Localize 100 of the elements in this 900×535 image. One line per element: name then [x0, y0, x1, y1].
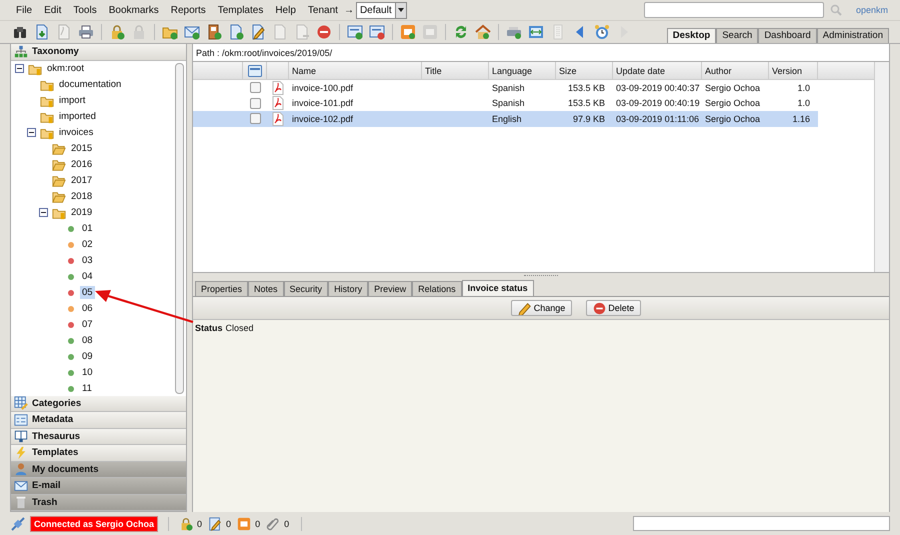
action-button[interactable]: Delete	[586, 300, 642, 316]
action-button[interactable]: Change	[510, 300, 572, 316]
edit-icon[interactable]	[250, 24, 266, 40]
split-icon[interactable]	[528, 24, 544, 40]
table-cell-text: 1.16	[791, 114, 811, 124]
tree-item[interactable]: 09	[80, 350, 95, 363]
status-field[interactable]	[633, 516, 890, 531]
tree-item[interactable]: imported	[57, 110, 98, 123]
table-row[interactable]: invoice-101.pdf Spanish 153.5 KB 03-09-2019 00:40:19 Sergio Ochoa 1.0	[193, 96, 818, 111]
tab[interactable]: Administration	[816, 28, 889, 43]
checkbox[interactable]	[250, 113, 260, 124]
tree-item[interactable]: 04	[80, 270, 95, 283]
tree-item[interactable]: okm:root	[45, 62, 86, 75]
mail-add-icon[interactable]	[184, 24, 200, 40]
tree-item[interactable]: invoices	[57, 126, 96, 139]
table-cell-text: invoice-102.pdf	[291, 114, 354, 124]
tree-item[interactable]: 07	[80, 318, 95, 331]
home-icon[interactable]	[475, 24, 491, 40]
collapse-icon[interactable]	[39, 208, 48, 217]
table-cell-text: 03-09-2019 00:40:19	[615, 98, 701, 108]
table-cell-text: 153.5 KB	[566, 82, 606, 93]
table-cell-text: Sergio Ochoa	[704, 114, 762, 124]
tab[interactable]: Invoice status	[462, 280, 534, 296]
column-header[interactable]: Size	[556, 62, 613, 79]
accordion-header[interactable]: Categories	[11, 396, 186, 412]
splitter-handle[interactable]	[524, 275, 558, 278]
menu-item[interactable]: Edit	[38, 4, 68, 16]
collapse-icon[interactable]	[15, 64, 24, 73]
stop-icon[interactable]	[316, 24, 332, 40]
scrollbar[interactable]	[175, 62, 184, 394]
table-cell-text: Spanish	[491, 98, 526, 108]
delete-icon	[593, 302, 606, 314]
search-field[interactable]	[644, 2, 824, 18]
clock-icon[interactable]	[594, 24, 610, 40]
scrollbar[interactable]	[874, 62, 889, 272]
tree-item[interactable]: 06	[80, 302, 95, 315]
accordion-header[interactable]: Templates	[11, 445, 186, 462]
tab[interactable]: Security	[284, 281, 328, 296]
tab[interactable]: Notes	[248, 281, 284, 296]
tree-item[interactable]: 2019	[69, 206, 94, 219]
tree-item[interactable]: 2017	[69, 174, 94, 187]
tree-item[interactable]: documentation	[57, 78, 124, 91]
tree-item[interactable]: 03	[80, 254, 95, 267]
caret-icon[interactable]	[398, 8, 404, 12]
column-header[interactable]: Update date	[613, 62, 702, 79]
table-row[interactable]: invoice-102.pdf English 97.9 KB 03-09-2019 01:11:06 Sergio Ochoa 1.16	[193, 111, 818, 126]
book-add-icon[interactable]	[206, 24, 222, 40]
tab[interactable]: Dashboard	[758, 28, 817, 43]
menu-item[interactable]: File	[10, 4, 38, 16]
column-header[interactable]: Name	[289, 62, 422, 79]
printer-icon[interactable]	[78, 24, 94, 40]
table-row[interactable]: invoice-100.pdf Spanish 153.5 KB 03-09-2019 00:40:37 Sergio Ochoa 1.0	[193, 80, 818, 96]
tree-item[interactable]: 01	[80, 222, 95, 235]
list-icon[interactable]	[248, 64, 262, 76]
menu-item[interactable]: Help	[269, 4, 302, 16]
tab[interactable]: History	[328, 281, 368, 296]
menu-item[interactable]: Templates	[212, 4, 270, 16]
doc-add-icon[interactable]	[228, 24, 244, 40]
form-remove-icon[interactable]	[369, 24, 385, 40]
tree-item[interactable]: 2018	[69, 190, 94, 203]
tree-item[interactable]: 02	[80, 238, 95, 251]
tenant-select[interactable]: Default	[356, 2, 407, 18]
table-cell-text: 97.9 KB	[572, 114, 606, 124]
checkbox[interactable]	[250, 98, 260, 109]
table-cell-text: Sergio Ochoa	[704, 98, 762, 108]
accordion-label: Taxonomy	[32, 46, 79, 58]
column-header[interactable]: Version	[769, 62, 818, 79]
accordion-header[interactable]: Taxonomy	[11, 44, 186, 60]
tab[interactable]: Relations	[412, 281, 462, 296]
table-cell-text: 03-09-2019 01:11:06	[615, 114, 700, 124]
collapse-icon[interactable]	[27, 128, 36, 137]
tree-item[interactable]: 2016	[69, 158, 94, 171]
accordion-header[interactable]: Thesaurus	[11, 428, 186, 445]
tree-item[interactable]: 11	[80, 382, 94, 395]
lock-icon[interactable]	[109, 24, 125, 40]
tree-item[interactable]: 08	[80, 334, 95, 347]
column-header[interactable]: Title	[422, 62, 489, 79]
menu-item[interactable]: Bookmarks	[102, 4, 165, 16]
tab[interactable]: Search	[716, 28, 758, 43]
binoculars-icon[interactable]	[12, 24, 28, 40]
column-header[interactable]: Author	[702, 62, 769, 79]
scanner-icon[interactable]	[506, 24, 522, 40]
accordion-header[interactable]: Metadata	[11, 412, 186, 428]
tree-item[interactable]: 10	[80, 366, 95, 379]
column-header[interactable]: Language	[489, 62, 556, 79]
tenant-label: Tenant	[306, 4, 339, 16]
counter: 0	[255, 518, 260, 528]
tab[interactable]: Properties	[195, 281, 248, 296]
thesaurus-icon	[14, 429, 28, 444]
download-icon[interactable]	[34, 24, 50, 40]
menu-item[interactable]: Tools	[67, 4, 103, 16]
tree-item[interactable]: 2015	[69, 142, 94, 155]
refresh-icon[interactable]	[453, 24, 469, 40]
menu-item[interactable]: Reports	[164, 4, 212, 16]
tree-item[interactable]: import	[57, 94, 88, 107]
tree-item[interactable]: 05	[80, 286, 95, 299]
tab[interactable]: Desktop	[666, 28, 716, 43]
tab[interactable]: Preview	[368, 281, 412, 296]
form-add-icon[interactable]	[347, 24, 363, 40]
checkbox[interactable]	[250, 82, 260, 94]
